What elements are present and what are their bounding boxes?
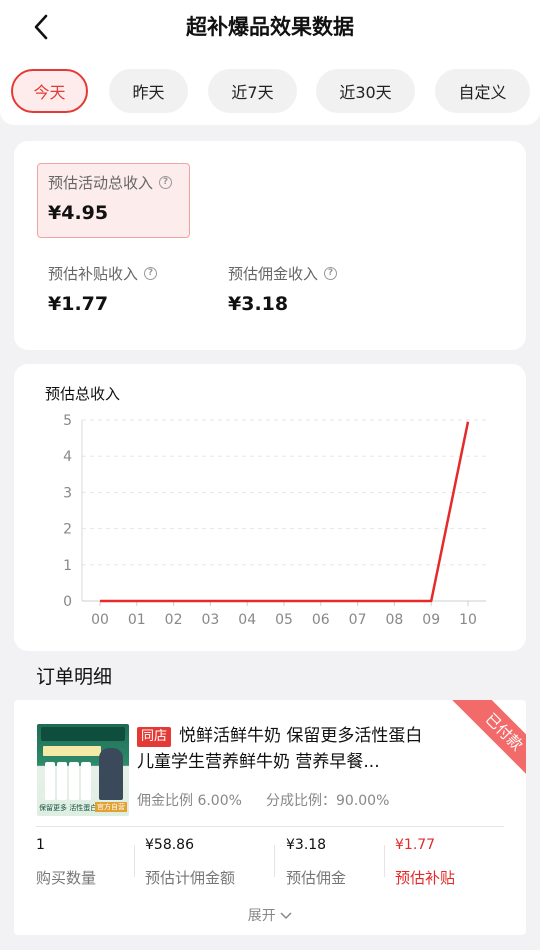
store-tag: 同店 [137, 727, 172, 747]
commission-base-value: ¥58.86 [145, 837, 194, 853]
product-image-caption: 保留更多 活性蛋白 [39, 804, 98, 812]
x-tick-label: 04 [238, 612, 256, 628]
tab-today[interactable]: 今天 [11, 69, 88, 113]
total-income-label-text: 预估活动总收入 [48, 174, 154, 192]
total-income-value: ¥4.95 [48, 202, 109, 224]
y-tick-label: 2 [63, 522, 72, 538]
chevron-down-icon [280, 908, 292, 924]
subsidy-income-label-text: 预估补贴收入 [48, 265, 139, 283]
quantity-value: 1 [36, 837, 45, 853]
y-tick-label: 1 [63, 558, 72, 574]
help-icon[interactable]: ? [159, 176, 173, 189]
x-tick-label: 10 [459, 612, 477, 628]
income-line-chart: 01234500 01 02 03 04 05 06 07 08 09 10 [63, 413, 486, 628]
x-tick-label: 09 [422, 612, 440, 628]
divider [384, 845, 385, 877]
expand-button[interactable]: 展开 [0, 905, 540, 925]
tab-7days[interactable]: 近7天 [208, 69, 297, 113]
x-tick-label: 00 [91, 612, 109, 628]
y-tick-label: 0 [63, 594, 72, 610]
tab-custom[interactable]: 自定义 [435, 69, 530, 113]
tab-30days[interactable]: 近30天 [316, 69, 415, 113]
subsidy-income-value: ¥1.77 [48, 293, 109, 315]
y-tick-label: 3 [63, 485, 72, 501]
x-tick-label: 01 [128, 612, 146, 628]
series-line [100, 421, 470, 603]
x-tick-label: 05 [275, 612, 293, 628]
subsidy-label: 预估补贴 [395, 869, 456, 887]
x-tick-label: 08 [385, 612, 403, 628]
subsidy-value: ¥1.77 [395, 837, 436, 853]
status-ribbon: 已付款 [426, 700, 526, 780]
product-image-badge: 官方自营 [95, 802, 127, 812]
x-tick-label: 07 [349, 612, 367, 628]
product-title: 悦鲜活鲜牛奶 保留更多活性蛋白儿童学生营养鲜牛奶 营养早餐... [137, 726, 423, 772]
commission-income-label-text: 预估佣金收入 [228, 265, 319, 283]
status-ribbon-label: 已付款 [444, 700, 526, 780]
total-income-label: 预估活动总收入 ? [48, 172, 173, 193]
commission-base-label: 预估计佣金额 [145, 869, 236, 887]
share-rate: 分成比例：90.00% [266, 793, 390, 809]
commission-income-label: 预估佣金收入 ? [228, 263, 338, 284]
x-tick-label: 03 [201, 612, 219, 628]
help-icon[interactable]: ? [324, 267, 338, 280]
header-bar: 超补爆品效果数据 今天 昨天 近7天 近30天 自定义 [0, 0, 540, 125]
page-title: 超补爆品效果数据 [186, 15, 354, 39]
divider [134, 845, 135, 877]
divider [274, 845, 275, 877]
y-tick-label: 5 [63, 413, 72, 429]
x-tick-label: 06 [312, 612, 330, 628]
expand-label: 展开 [247, 908, 276, 924]
product-image: 保留更多 活性蛋白 官方自营 [37, 724, 129, 816]
commission-label: 预估佣金 [286, 869, 347, 887]
tab-yesterday[interactable]: 昨天 [109, 69, 188, 113]
x-tick-label: 02 [165, 612, 183, 628]
quantity-label: 购买数量 [36, 869, 97, 887]
subsidy-income-label: 预估补贴收入 ? [48, 263, 158, 284]
help-icon[interactable]: ? [144, 267, 158, 280]
order-section-title: 订单明细 [36, 666, 113, 688]
commission-rate: 佣金比例 6.00% [137, 793, 242, 809]
commission-income-value: ¥3.18 [228, 293, 289, 315]
divider [36, 826, 504, 827]
y-tick-label: 4 [63, 449, 72, 465]
commission-value: ¥3.18 [286, 837, 327, 853]
